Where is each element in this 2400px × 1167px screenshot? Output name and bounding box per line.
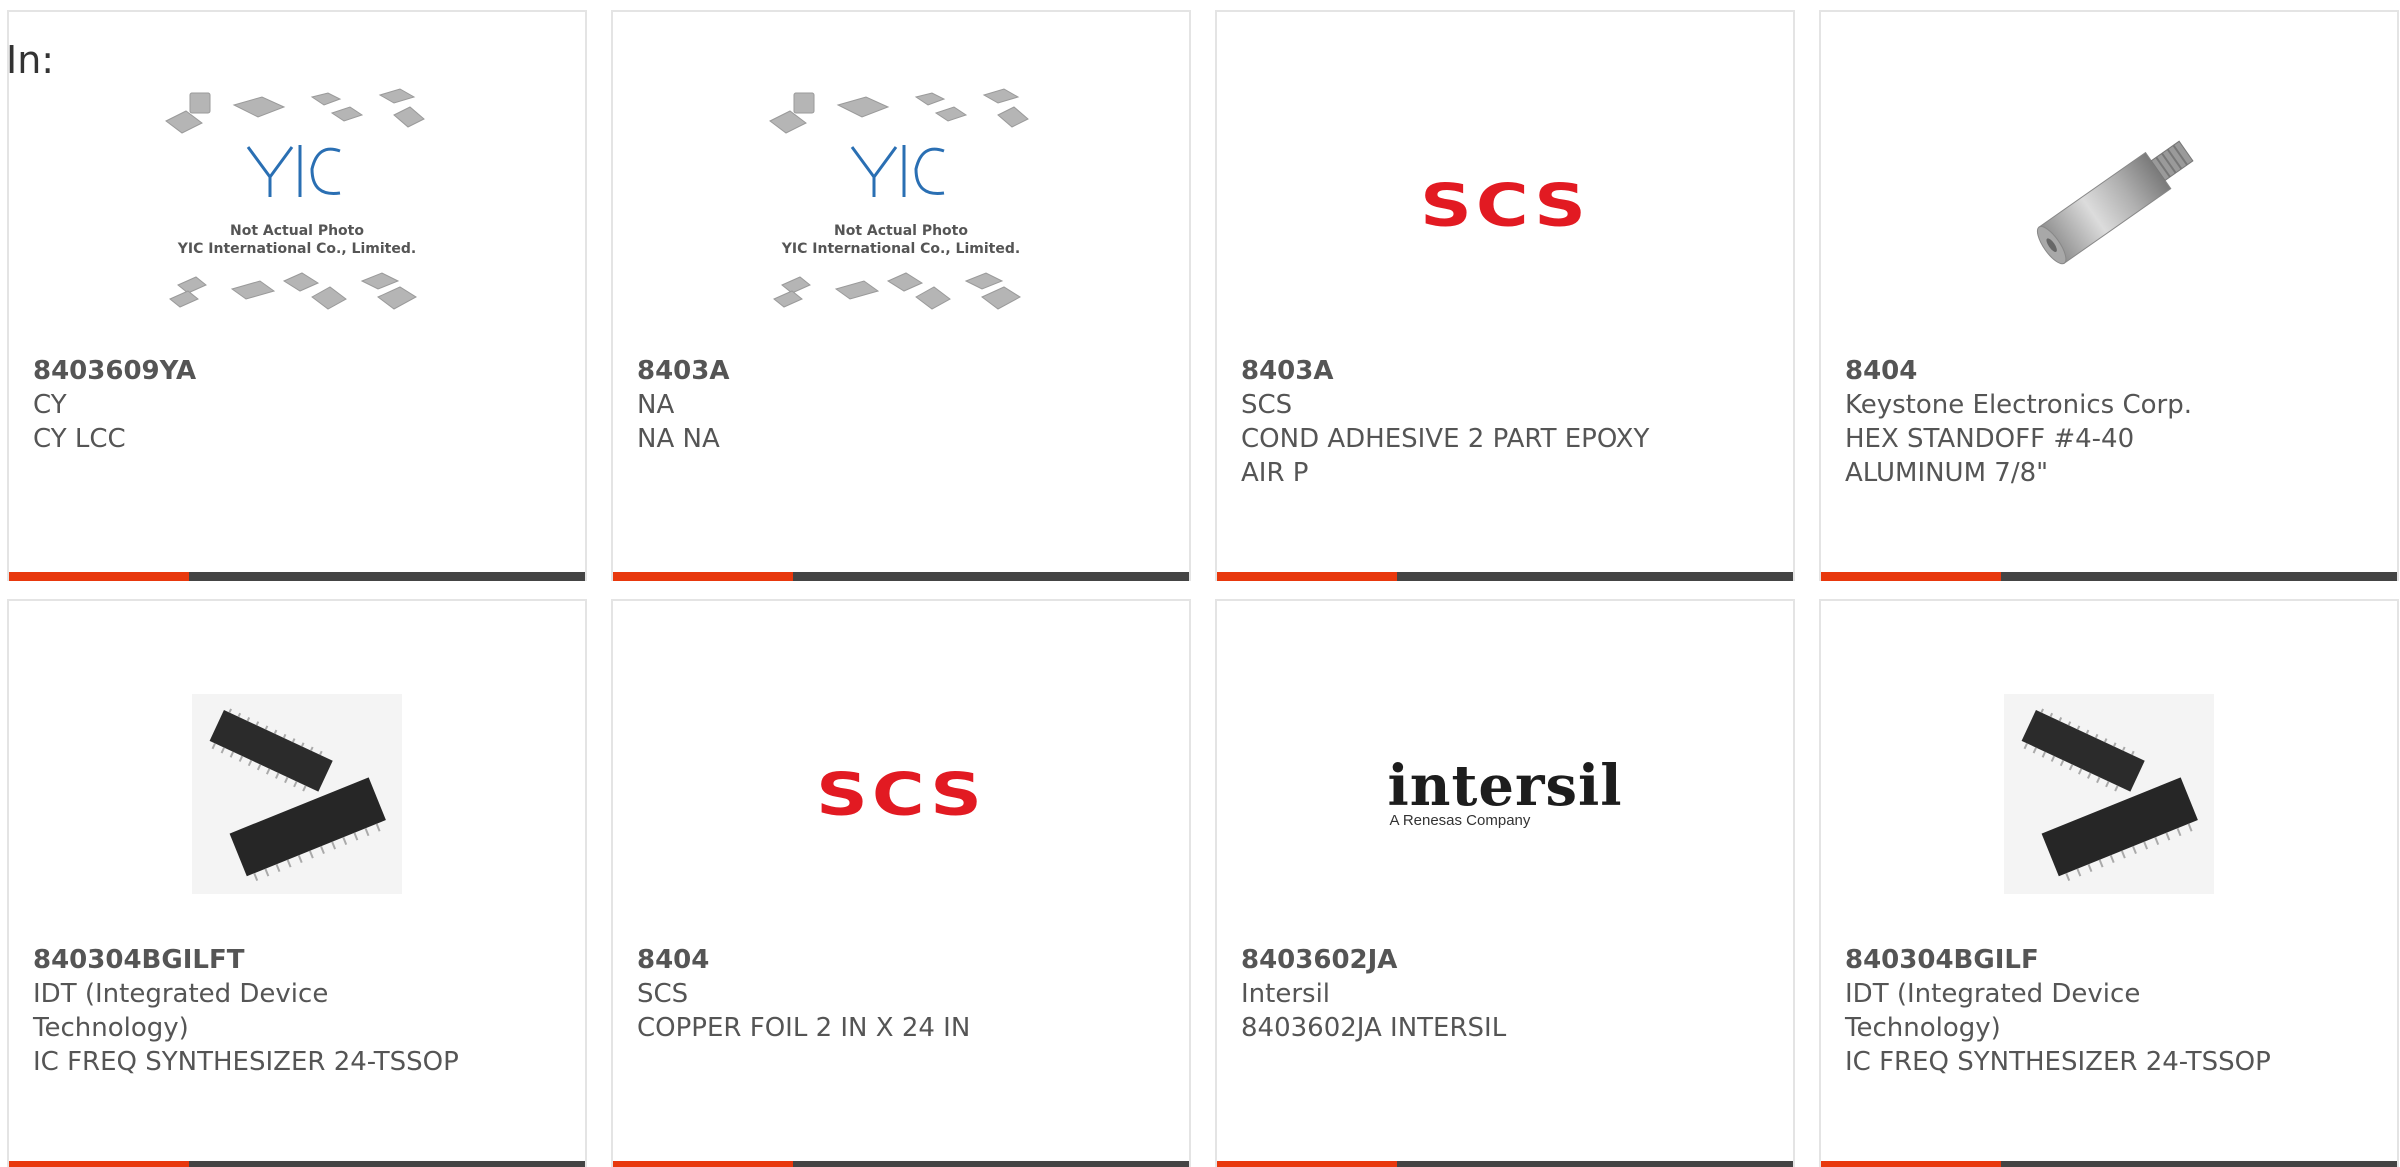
product-card[interactable]: 840304BGILFT IDT (Integrated Device Tech… [7, 599, 587, 1167]
card-bottom-bar [613, 1161, 1189, 1167]
product-card[interactable]: SCS 8404 SCS COPPER FOIL 2 IN X 24 IN [611, 599, 1191, 1167]
product-info: 8404 Keystone Electronics Corp. HEX STAN… [1845, 354, 2373, 490]
card-accent-bar [613, 572, 793, 581]
part-number[interactable]: 840304BGILFT [33, 943, 561, 977]
part-number[interactable]: 8404 [1845, 354, 2373, 388]
card-accent-bar [1821, 572, 2001, 581]
product-image[interactable]: SCS [613, 649, 1189, 939]
card-bottom-bar [9, 572, 585, 581]
manufacturer: SCS [637, 979, 689, 1009]
product-card[interactable]: SCS 8403A SCS COND ADHESIVE 2 PART EPOXY… [1215, 10, 1795, 581]
part-number[interactable]: 8403A [637, 354, 1165, 388]
manufacturer: NA [637, 390, 675, 420]
card-accent-bar [9, 1161, 189, 1167]
scs-logo: SCS [816, 759, 986, 829]
manufacturer: Keystone Electronics Corp. [1845, 390, 2193, 420]
card-bottom-bar [9, 1161, 585, 1167]
product-image[interactable]: SCS [1217, 60, 1793, 350]
card-accent-bar [1217, 1161, 1397, 1167]
manufacturer: CY [33, 390, 67, 420]
part-number[interactable]: 8403602JA [1241, 943, 1769, 977]
card-accent-bar [1821, 1161, 2001, 1167]
card-accent-bar [9, 572, 189, 581]
product-info: 8404 SCS COPPER FOIL 2 IN X 24 IN [637, 943, 1165, 1045]
product-image[interactable]: intersil A Renesas Company [1217, 649, 1793, 939]
yic-line1: Not Actual Photo [230, 223, 364, 239]
card-bottom-bar [1217, 572, 1793, 581]
product-results-page: In: Not Actual Photo YIC International C… [0, 0, 2400, 1167]
product-info: 840304BGILF IDT (Integrated Device Techn… [1845, 943, 2373, 1079]
scs-logo: SCS [1420, 170, 1590, 240]
description: 8403602JA INTERSIL [1241, 1013, 1507, 1043]
description: IC FREQ SYNTHESIZER 24-TSSOP [1845, 1047, 2271, 1077]
card-accent-bar [1217, 572, 1397, 581]
product-image[interactable] [1821, 649, 2397, 939]
intersil-logo-text: intersil [1387, 752, 1623, 819]
filter-label: In: [6, 38, 55, 82]
product-card[interactable]: 840304BGILF IDT (Integrated Device Techn… [1819, 599, 2399, 1167]
card-bottom-bar [1821, 572, 2397, 581]
tssop-chip-icon [2004, 694, 2214, 894]
manufacturer: SCS [1241, 390, 1293, 420]
hex-standoff-icon [2036, 140, 2194, 265]
product-info: 8403A SCS COND ADHESIVE 2 PART EPOXY AIR… [1241, 354, 1769, 490]
description: IC FREQ SYNTHESIZER 24-TSSOP [33, 1047, 459, 1077]
product-card[interactable]: Not Actual Photo YIC International Co., … [7, 10, 587, 581]
product-info: 8403602JA Intersil 8403602JA INTERSIL [1241, 943, 1769, 1045]
part-number[interactable]: 8403A [1241, 354, 1769, 388]
part-number[interactable]: 840304BGILF [1845, 943, 2373, 977]
yic-line1: Not Actual Photo [834, 223, 968, 239]
yic-line2: YIC International Co., Limited. [781, 241, 1020, 257]
product-info: 8403A NA NA NA [637, 354, 1165, 456]
card-bottom-bar [1217, 1161, 1793, 1167]
manufacturer: IDT (Integrated Device Technology) [33, 979, 329, 1043]
product-image[interactable] [9, 649, 585, 939]
description: COPPER FOIL 2 IN X 24 IN [637, 1013, 971, 1043]
intersil-logo-subtitle: A Renesas Company [1389, 811, 1531, 829]
manufacturer: IDT (Integrated Device Technology) [1845, 979, 2141, 1043]
part-number[interactable]: 8403609YA [33, 354, 561, 388]
product-card[interactable]: Not Actual Photo YIC International Co., … [611, 10, 1191, 581]
card-bottom-bar [613, 572, 1189, 581]
manufacturer: Intersil [1241, 979, 1331, 1009]
intersil-logo: intersil A Renesas Company [1387, 752, 1623, 829]
description: CY LCC [33, 424, 126, 454]
description: NA NA [637, 424, 720, 454]
description: COND ADHESIVE 2 PART EPOXY AIR P [1241, 424, 1650, 488]
yic-placeholder-icon: Not Actual Photo YIC International Co., … [165, 88, 425, 310]
product-card[interactable]: intersil A Renesas Company 8403602JA Int… [1215, 599, 1795, 1167]
tssop-chip-icon [192, 694, 402, 894]
yic-placeholder-icon: Not Actual Photo YIC International Co., … [769, 88, 1029, 310]
description: HEX STANDOFF #4-40 ALUMINUM 7/8" [1845, 424, 2135, 488]
yic-line2: YIC International Co., Limited. [177, 241, 416, 257]
product-grid: Not Actual Photo YIC International Co., … [7, 10, 2399, 1167]
card-accent-bar [613, 1161, 793, 1167]
product-info: 840304BGILFT IDT (Integrated Device Tech… [33, 943, 561, 1079]
product-image[interactable]: Not Actual Photo YIC International Co., … [613, 60, 1189, 350]
product-image[interactable]: Not Actual Photo YIC International Co., … [9, 60, 585, 350]
product-image[interactable] [1821, 60, 2397, 350]
product-card[interactable]: 8404 Keystone Electronics Corp. HEX STAN… [1819, 10, 2399, 581]
product-info: 8403609YA CY CY LCC [33, 354, 561, 456]
part-number[interactable]: 8404 [637, 943, 1165, 977]
card-bottom-bar [1821, 1161, 2397, 1167]
